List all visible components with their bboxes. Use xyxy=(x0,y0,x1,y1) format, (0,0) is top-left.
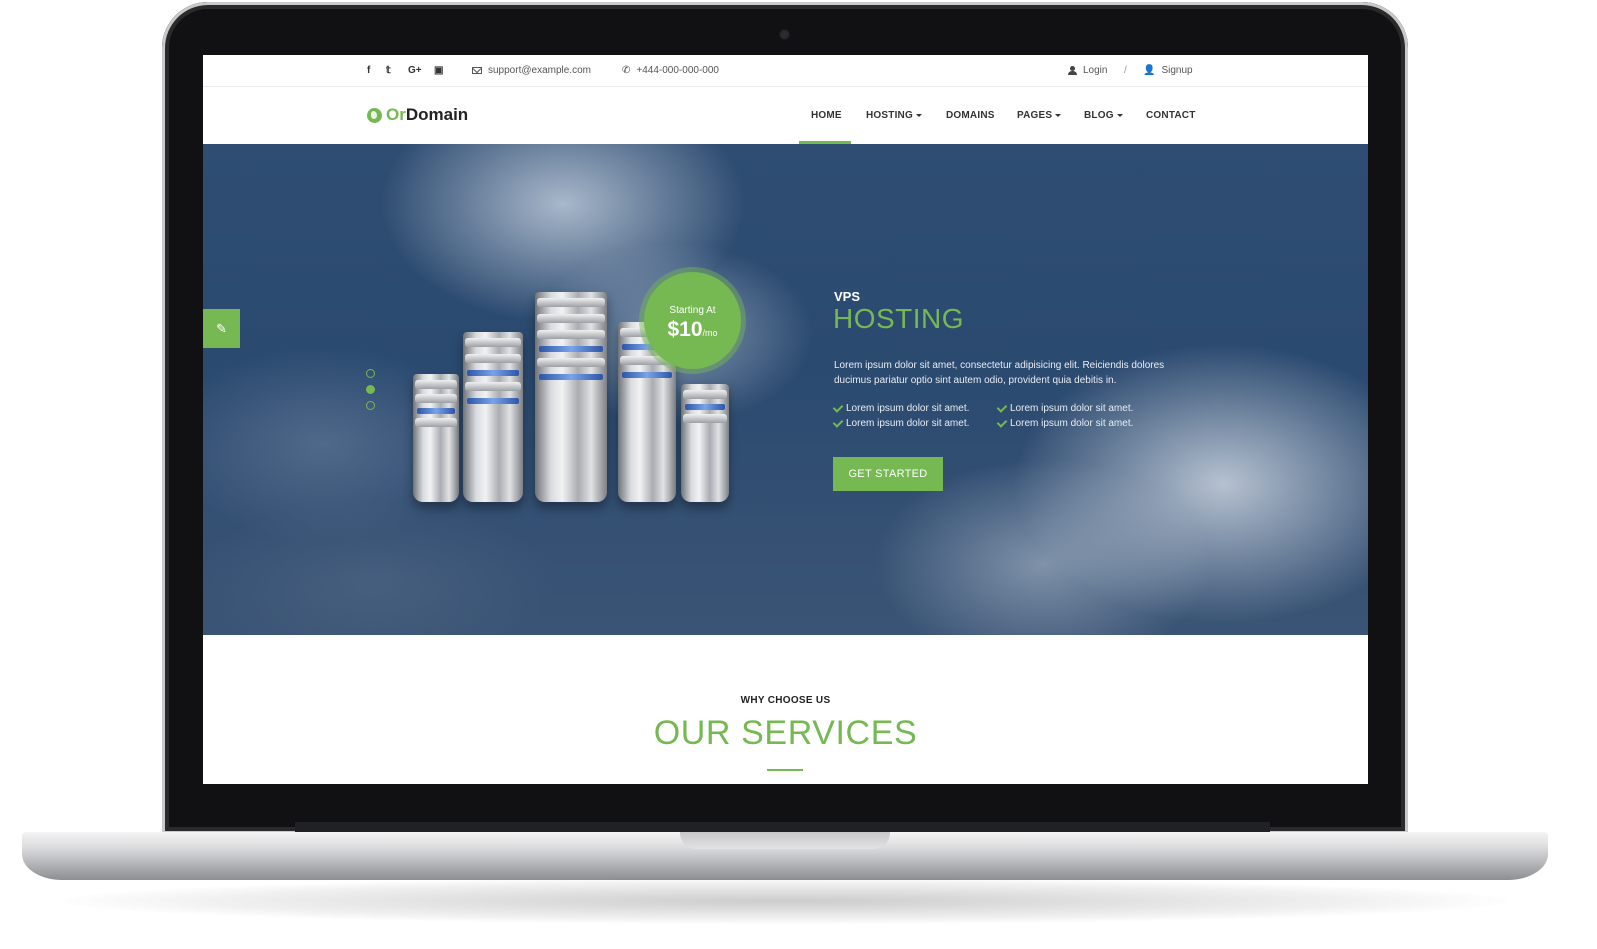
chevron-down-icon xyxy=(1116,113,1123,117)
hero-kicker: VPS xyxy=(834,289,861,304)
website-screen: f 𝕥 G+ ▣ support@example.com ✆ +444-000-… xyxy=(203,55,1368,784)
nav-blog[interactable]: BLOG xyxy=(1084,110,1123,121)
nav-hosting[interactable]: HOSTING xyxy=(866,110,922,121)
style-switcher-tab[interactable]: ✎ xyxy=(203,309,240,348)
check-icon xyxy=(996,401,1008,413)
feature-item: Lorem ipsum dolor sit amet. xyxy=(832,416,970,429)
feature-text: Lorem ipsum dolor sit amet. xyxy=(1010,403,1134,414)
login-text: Login xyxy=(1083,65,1108,76)
hero-title: HOSTING xyxy=(833,303,965,334)
nav-pages-label: PAGES xyxy=(1017,110,1053,121)
server-tower xyxy=(535,292,607,502)
facebook-icon[interactable]: f xyxy=(367,65,370,76)
user-icon xyxy=(1068,66,1077,75)
nav-home[interactable]: HOME xyxy=(811,110,842,121)
price-period: /mo xyxy=(702,328,718,338)
get-started-button[interactable]: GET STARTED xyxy=(833,457,943,491)
price-badge: Starting At $10/mo xyxy=(644,272,741,369)
signup-text: Signup xyxy=(1161,65,1193,76)
site-logo[interactable]: OrDomain xyxy=(367,105,468,125)
main-nav: OrDomain HOME HOSTING DOMAINS PAGES BLOG… xyxy=(203,87,1368,144)
services-kicker: WHY CHOOSE US xyxy=(740,695,831,706)
envelope-icon xyxy=(472,67,482,74)
globe-icon xyxy=(367,107,382,123)
email-text: support@example.com xyxy=(488,65,591,76)
google-plus-icon[interactable]: G+ xyxy=(408,65,422,76)
feature-item: Lorem ipsum dolor sit amet. xyxy=(996,401,1134,414)
phone-text: +444-000-000-000 xyxy=(636,65,719,76)
check-icon xyxy=(832,401,844,413)
price-amount: $10 xyxy=(667,318,703,341)
check-icon xyxy=(996,416,1008,428)
server-tower xyxy=(413,374,459,502)
hero-slider: ✎ Starting At $10/mo VPS HOSTING Lorem i… xyxy=(203,144,1368,635)
server-tower xyxy=(463,332,523,502)
phone-link[interactable]: ✆ +444-000-000-000 xyxy=(622,65,719,76)
feature-item: Lorem ipsum dolor sit amet. xyxy=(996,416,1134,429)
slider-dot-2[interactable] xyxy=(366,385,375,394)
hero-description: Lorem ipsum dolor sit amet, consectetur … xyxy=(834,360,1165,386)
laptop-camera xyxy=(779,29,790,40)
services-title: OUR SERVICES xyxy=(653,714,918,752)
auth-separator: / xyxy=(1124,65,1127,76)
chevron-down-icon xyxy=(915,113,922,117)
price-label: Starting At xyxy=(669,305,716,316)
title-divider xyxy=(767,769,803,771)
logo-text-or: Or xyxy=(386,105,406,124)
feature-item: Lorem ipsum dolor sit amet. xyxy=(832,401,970,414)
feature-text: Lorem ipsum dolor sit amet. xyxy=(846,418,970,429)
nav-domains[interactable]: DOMAINS xyxy=(946,110,995,121)
login-link[interactable]: Login xyxy=(1068,65,1107,76)
brush-icon: ✎ xyxy=(216,320,227,336)
email-link[interactable]: support@example.com xyxy=(472,65,591,76)
laptop-hinge xyxy=(295,822,1270,832)
twitter-icon[interactable]: 𝕥 xyxy=(386,65,391,76)
nav-contact[interactable]: CONTACT xyxy=(1146,110,1196,121)
phone-icon: ✆ xyxy=(622,65,631,76)
laptop-notch xyxy=(680,832,890,849)
server-tower xyxy=(681,384,729,502)
laptop-shadow xyxy=(60,878,1510,924)
top-bar: f 𝕥 G+ ▣ support@example.com ✆ +444-000-… xyxy=(203,55,1368,87)
feature-text: Lorem ipsum dolor sit amet. xyxy=(846,403,970,414)
feature-text: Lorem ipsum dolor sit amet. xyxy=(1010,418,1134,429)
chevron-down-icon xyxy=(1055,113,1062,117)
signup-link[interactable]: 👤 Signup xyxy=(1143,65,1193,76)
slider-dot-3[interactable] xyxy=(366,401,375,410)
price-value: $10/mo xyxy=(644,318,741,342)
user-plus-icon: 👤 xyxy=(1143,65,1156,76)
slider-dot-1[interactable] xyxy=(366,369,375,378)
youtube-icon[interactable]: ▣ xyxy=(434,65,443,76)
nav-pages[interactable]: PAGES xyxy=(1017,110,1062,121)
nav-hosting-label: HOSTING xyxy=(866,110,913,121)
nav-blog-label: BLOG xyxy=(1084,110,1114,121)
check-icon xyxy=(832,416,844,428)
logo-text-domain: Domain xyxy=(405,105,469,124)
